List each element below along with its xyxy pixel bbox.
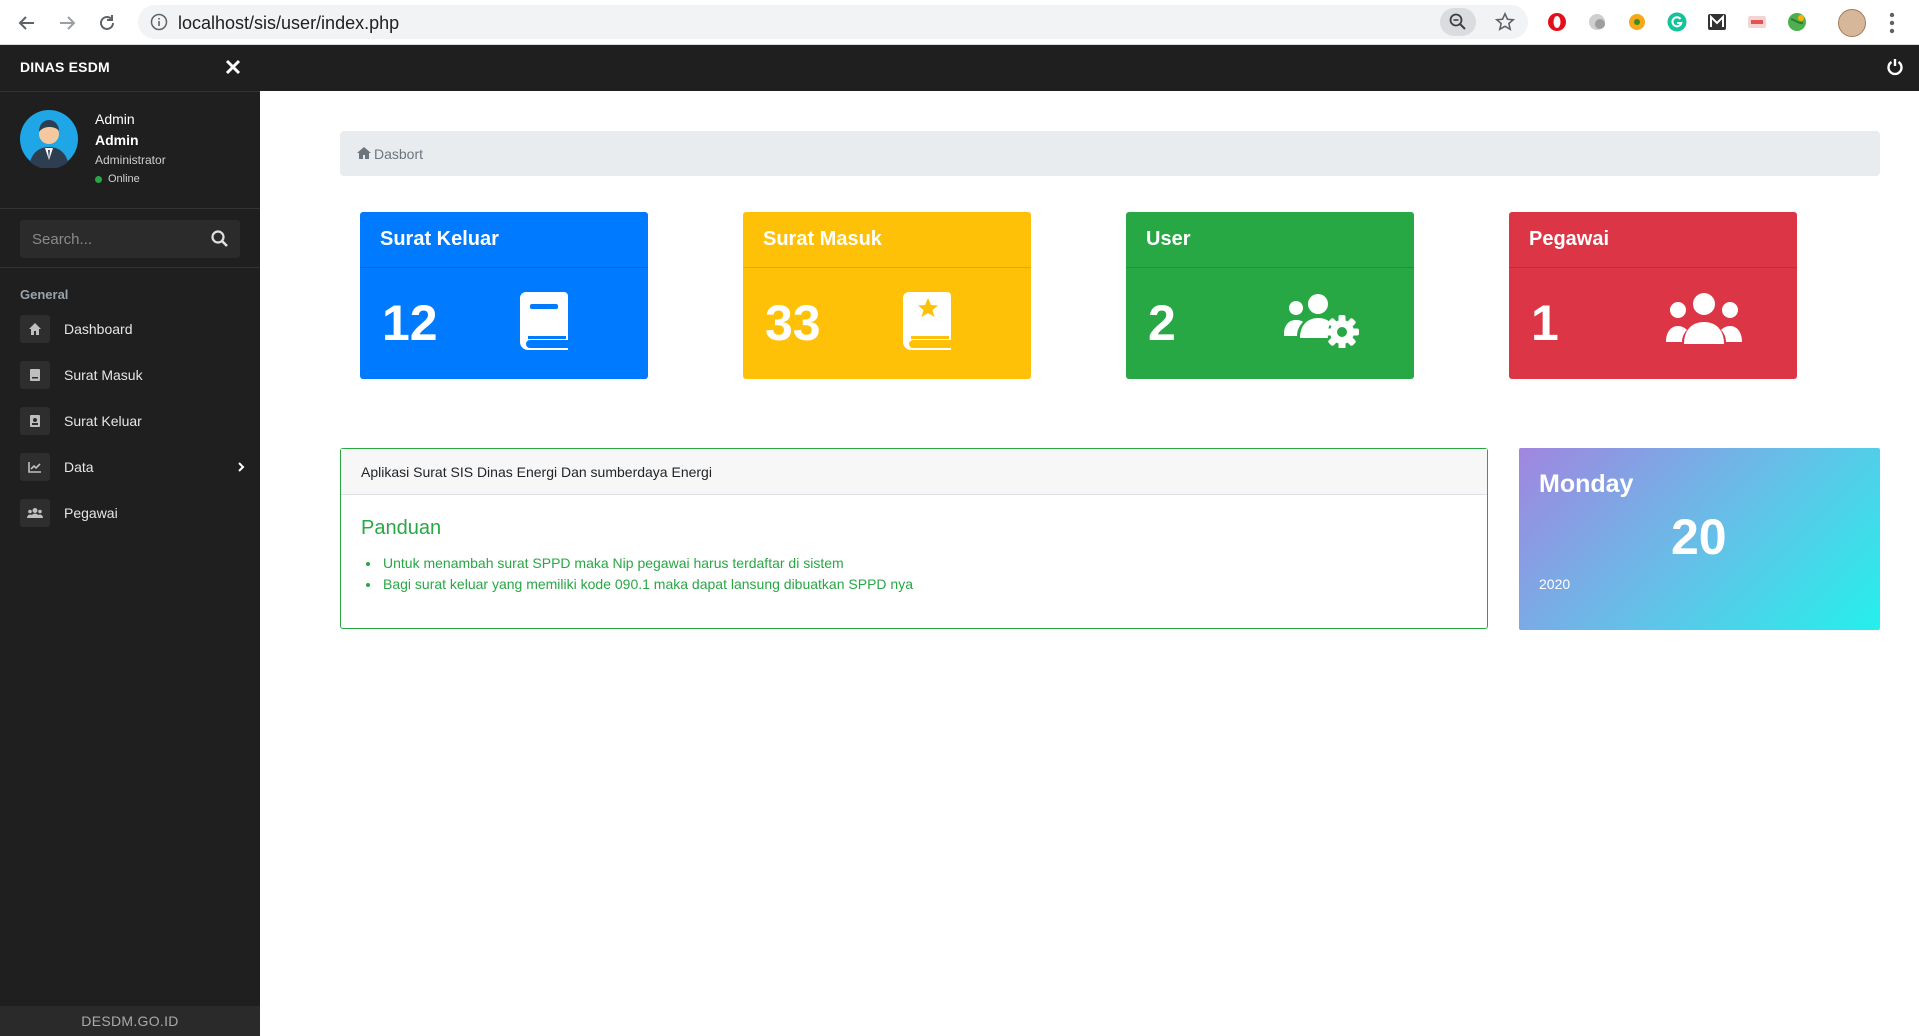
arrow-left-icon xyxy=(18,16,34,30)
sidebar-item-label: Surat Masuk xyxy=(64,367,143,383)
forward-button[interactable] xyxy=(52,8,82,38)
chart-icon xyxy=(20,453,50,481)
sidebar-item-label: Surat Keluar xyxy=(64,413,142,429)
panel-title: Panduan xyxy=(361,517,442,539)
zoom-out-icon xyxy=(1449,13,1466,30)
chevron-right-icon xyxy=(238,462,245,472)
sidebar-search xyxy=(20,220,240,258)
user-avatar-icon xyxy=(20,110,78,168)
users-icon xyxy=(20,499,50,527)
guide-panel: Aplikasi Surat SIS Dinas Energi Dan sumb… xyxy=(340,448,1488,629)
opera-extension-icon[interactable] xyxy=(1546,11,1568,33)
date-number: 20 xyxy=(1671,509,1727,565)
users-icon xyxy=(1666,293,1742,344)
list-item: Untuk menambah surat SPPD maka Nip pegaw… xyxy=(381,553,913,574)
sidebar-item-label: Dashboard xyxy=(64,321,133,337)
card-title: Pegawai xyxy=(1529,228,1610,250)
panel-header-text: Aplikasi Surat SIS Dinas Energi Dan sumb… xyxy=(361,464,712,480)
user-name: Admin xyxy=(95,111,135,127)
mail-extension-icon[interactable] xyxy=(1706,11,1728,33)
panel-header: Aplikasi Surat SIS Dinas Energi Dan sumb… xyxy=(341,449,1487,495)
home-icon xyxy=(357,147,371,159)
book-icon xyxy=(520,292,568,350)
home-icon xyxy=(20,315,50,343)
card-pegawai[interactable]: Pegawai 1 xyxy=(1509,212,1797,379)
close-icon[interactable] xyxy=(222,56,244,78)
arrow-right-icon xyxy=(60,16,76,30)
card-value: 12 xyxy=(382,295,438,351)
flower-extension-icon[interactable] xyxy=(1626,11,1648,33)
sidebar-item-surat-masuk[interactable]: Surat Masuk xyxy=(0,355,260,395)
search-icon[interactable] xyxy=(210,229,230,249)
sidebar-item-data[interactable]: Data xyxy=(0,447,260,487)
address-bar[interactable]: localhost/sis/user/index.php xyxy=(138,5,1528,39)
info-icon[interactable] xyxy=(150,13,168,31)
sidebar: DINAS ESDM Admin Admin Administrator Onl… xyxy=(0,45,260,1036)
date-day: Monday xyxy=(1539,470,1634,498)
url-text[interactable]: localhost/sis/user/index.php xyxy=(178,13,399,34)
date-year: 2020 xyxy=(1539,576,1571,592)
card-title: Surat Masuk xyxy=(763,228,882,250)
card-header: Pegawai xyxy=(1509,212,1797,268)
browser-toolbar: localhost/sis/user/index.php xyxy=(0,0,1919,45)
card-user[interactable]: User 2 xyxy=(1126,212,1414,379)
pdf-extension-icon[interactable] xyxy=(1746,11,1768,33)
book-star-icon xyxy=(903,292,951,350)
sidebar-divider xyxy=(0,267,260,268)
user-status-label: Online xyxy=(108,173,140,185)
globe-extension-icon[interactable] xyxy=(1786,11,1808,33)
sidebar-item-pegawai[interactable]: Pegawai xyxy=(0,493,260,533)
grammarly-extension-icon[interactable] xyxy=(1666,11,1688,33)
card-title: User xyxy=(1146,228,1191,250)
zoom-button[interactable] xyxy=(1440,8,1476,36)
power-icon[interactable] xyxy=(1885,57,1905,77)
reload-icon xyxy=(100,15,114,30)
users-cog-icon xyxy=(1284,294,1359,348)
online-dot-icon xyxy=(95,175,102,183)
bookmark-star-icon[interactable] xyxy=(1494,11,1516,33)
kebab-menu-icon[interactable] xyxy=(1886,10,1898,36)
top-navbar xyxy=(260,45,1919,91)
user-status: Online xyxy=(95,173,140,185)
sidebar-footer: DESDM.GO.ID xyxy=(0,1006,260,1036)
sidebar-item-label: Pegawai xyxy=(64,505,118,521)
card-header: User xyxy=(1126,212,1414,268)
sidebar-item-label: Data xyxy=(64,459,94,475)
sidebar-item-surat-keluar[interactable]: Surat Keluar xyxy=(0,401,260,441)
user-role: Administrator xyxy=(95,153,166,167)
book-icon xyxy=(20,361,50,389)
sidebar-section-general: General xyxy=(20,287,69,302)
sidebar-divider xyxy=(0,91,260,92)
guide-list: Untuk menambah surat SPPD maka Nip pegaw… xyxy=(361,553,913,595)
card-value: 33 xyxy=(765,295,821,351)
reload-button[interactable] xyxy=(92,8,122,38)
card-value: 2 xyxy=(1148,295,1176,351)
list-item: Bagi surat keluar yang memiliki kode 090… xyxy=(381,574,913,595)
profile-avatar[interactable] xyxy=(1838,9,1866,37)
breadcrumb: Dasbort xyxy=(340,131,1880,176)
cloud-extension-icon[interactable] xyxy=(1586,11,1608,33)
card-value: 1 xyxy=(1531,295,1559,351)
contact-book-icon xyxy=(20,407,50,435)
card-surat-masuk[interactable]: Surat Masuk 33 xyxy=(743,212,1031,379)
card-title: Surat Keluar xyxy=(380,228,499,250)
date-widget: Monday 20 2020 xyxy=(1519,448,1880,630)
sidebar-brand[interactable]: DINAS ESDM xyxy=(20,59,110,75)
card-header: Surat Masuk xyxy=(743,212,1031,268)
sidebar-item-dashboard[interactable]: Dashboard xyxy=(0,309,260,349)
search-input[interactable] xyxy=(20,220,214,258)
card-surat-keluar[interactable]: Surat Keluar 12 xyxy=(360,212,648,379)
sidebar-divider xyxy=(0,208,260,209)
user-full-name: Admin xyxy=(95,132,139,148)
card-header: Surat Keluar xyxy=(360,212,648,268)
back-button[interactable] xyxy=(12,8,42,38)
breadcrumb-item-dasbort[interactable]: Dasbort xyxy=(374,146,423,162)
